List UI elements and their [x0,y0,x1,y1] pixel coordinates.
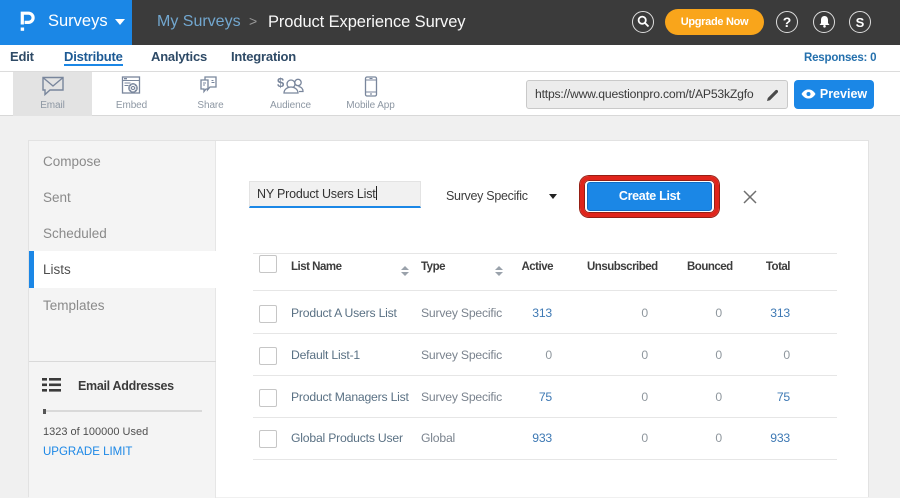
svg-text:$: $ [277,76,285,90]
